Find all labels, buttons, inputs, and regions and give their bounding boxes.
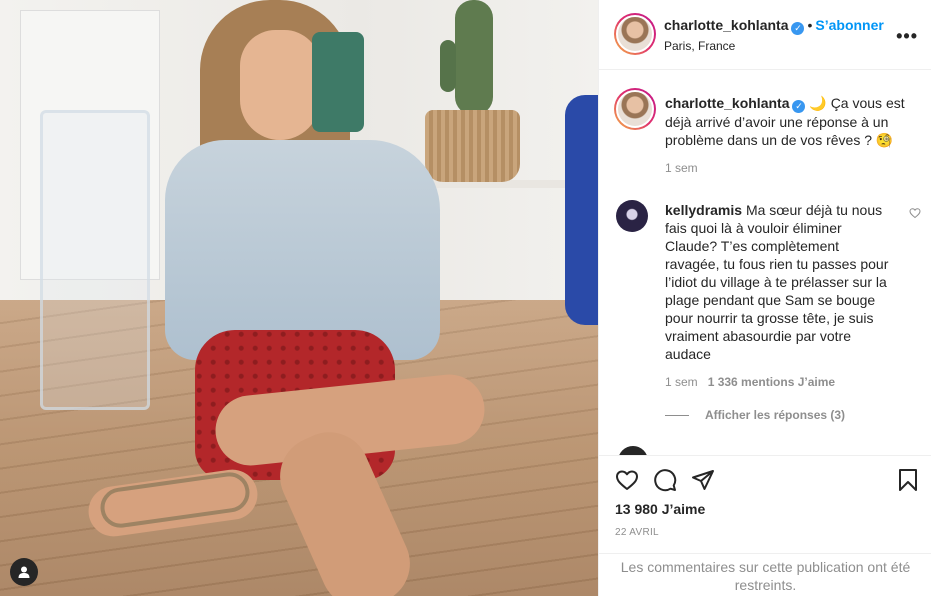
comment-bubble-icon[interactable]: [653, 468, 677, 492]
header-separator: •: [807, 17, 813, 33]
photo-cactus-arm: [440, 40, 456, 92]
comment-time[interactable]: 1 sem: [665, 375, 698, 389]
user-tag-icon[interactable]: [10, 558, 38, 586]
view-replies-button[interactable]: Afficher les réponses (3): [665, 408, 845, 422]
caption-time[interactable]: 1 sem: [665, 161, 698, 175]
header-text: charlotte_kohlanta ✓ • S’abonner Paris, Fra…: [664, 17, 884, 53]
heart-icon[interactable]: [615, 468, 639, 492]
post-side-panel: charlotte_kohlanta ✓ • S’abonner Paris, Fra…: [598, 0, 931, 596]
photo-cactus: [455, 0, 493, 115]
next-comment-avatar[interactable]: [618, 446, 648, 455]
photo-chair: [40, 110, 150, 410]
location-link[interactable]: Paris, France: [664, 39, 884, 53]
more-options-icon[interactable]: •••: [896, 26, 918, 47]
verified-badge-icon: ✓: [791, 22, 805, 35]
post-actions: 13 980 J’aime 22 AVRIL Les commentaires …: [599, 455, 931, 596]
comment-meta: 1 sem 1 336 mentions J’aime: [665, 375, 835, 389]
photo-phone: [312, 32, 364, 132]
bookmark-icon[interactable]: [897, 468, 919, 492]
comment: kellydramis Ma sœur déjà tu nous fais qu…: [665, 201, 895, 363]
follow-button[interactable]: S’abonner: [815, 17, 883, 33]
comment-heart-icon[interactable]: [909, 207, 921, 222]
caption: charlotte_kohlanta ✓ 🌙 Ça vous est déjà a…: [665, 94, 920, 149]
view-replies-label: Afficher les réponses (3): [705, 408, 846, 422]
avatar[interactable]: [614, 13, 656, 55]
comment-username[interactable]: kellydramis: [665, 202, 742, 218]
comments-list[interactable]: charlotte_kohlanta ✓ 🌙 Ça vous est déjà a…: [599, 70, 931, 455]
photo-shirt: [165, 140, 440, 360]
replies-divider: [665, 414, 689, 416]
header-username[interactable]: charlotte_kohlanta: [664, 17, 788, 33]
post-date[interactable]: 22 AVRIL: [615, 527, 659, 538]
caption-avatar[interactable]: [614, 88, 656, 130]
comment-likes[interactable]: 1 336 mentions J’aime: [708, 375, 835, 389]
post-photo[interactable]: [0, 0, 598, 596]
action-icons: [615, 468, 715, 492]
photo-face: [240, 30, 320, 140]
caption-username[interactable]: charlotte_kohlanta: [665, 95, 789, 111]
paper-plane-icon[interactable]: [691, 468, 715, 492]
photo-blue-chair: [565, 95, 598, 325]
verified-badge-icon: ✓: [792, 100, 806, 113]
comment-avatar[interactable]: [616, 200, 648, 232]
comment-text: Ma sœur déjà tu nous fais quoi là à voul…: [665, 202, 889, 362]
comments-restricted-notice: Les commentaires sur cette publication o…: [599, 553, 931, 594]
photo-basket: [425, 110, 520, 182]
post-likes-count[interactable]: 13 980 J’aime: [615, 501, 705, 517]
post-header: charlotte_kohlanta ✓ • S’abonner Paris, Fra…: [599, 0, 931, 70]
